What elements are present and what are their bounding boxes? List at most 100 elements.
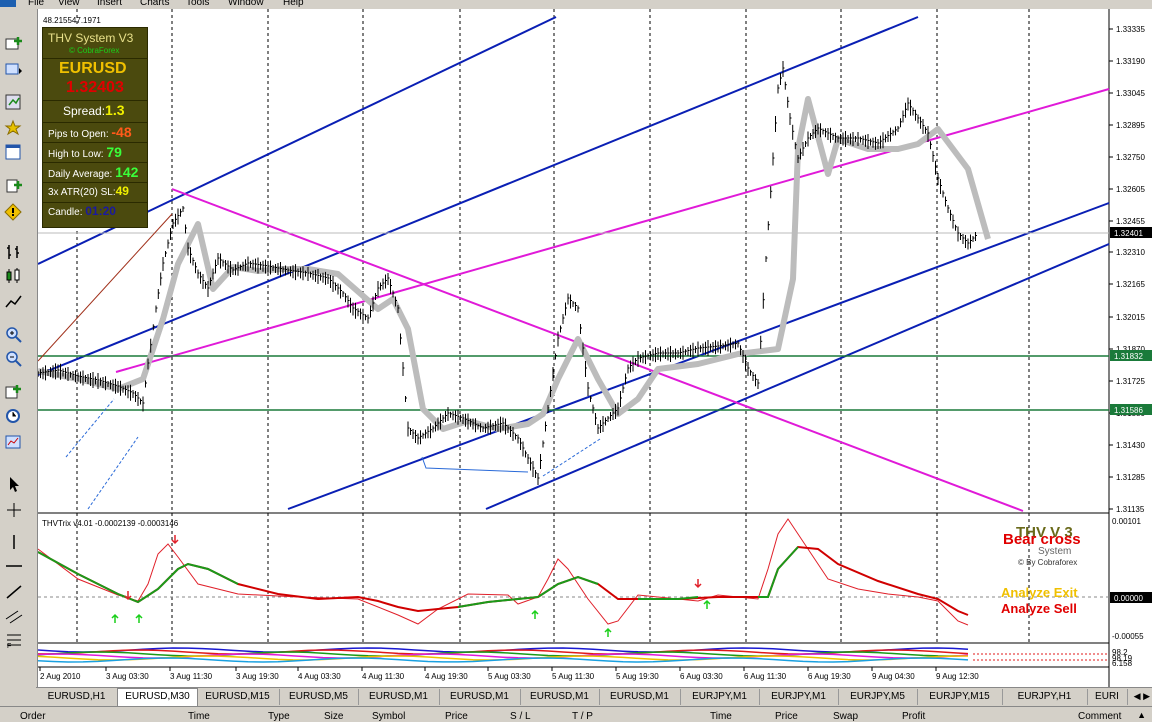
candlestick-icon[interactable]: [4, 267, 24, 285]
time-tick: 3 Aug 03:30: [106, 672, 149, 681]
terminal-column-header[interactable]: Swap: [833, 711, 858, 722]
tab-scroll-arrows[interactable]: ◀ ▶: [1134, 691, 1150, 702]
chart-window[interactable]: 1.33335 1.33190 1.33045 1.32895 1.32750 1.326…: [38, 9, 1152, 687]
chart-header-text: 48.215547.1971: [43, 16, 101, 25]
terminal-column-header[interactable]: T / P: [572, 711, 593, 722]
chart-tab[interactable]: EURJPY,H1: [1002, 689, 1088, 705]
price-tick: 1.31430: [1116, 441, 1145, 450]
panel-symbol: EURUSD: [59, 60, 127, 77]
terminal-column-header[interactable]: Time: [188, 711, 210, 722]
terminal-column-header[interactable]: Price: [775, 711, 798, 722]
hl-value: 79: [106, 144, 122, 160]
avg-label: Daily Average:: [48, 169, 113, 180]
indicators-icon[interactable]: [4, 383, 24, 401]
terminal-icon[interactable]: [4, 143, 24, 161]
lower-tick-3: 6.158: [1112, 659, 1133, 668]
price-tick: 1.31285: [1116, 473, 1145, 482]
terminal-column-header[interactable]: Type: [268, 711, 290, 722]
chart-tab[interactable]: EURUSD,M1: [520, 689, 600, 705]
chart-tab[interactable]: EURUSD,H1: [36, 689, 118, 705]
candle-value: 01:20: [85, 204, 116, 218]
chart-tab[interactable]: EURUSD,M5: [279, 689, 359, 705]
time-tick: 2 Aug 2010: [40, 672, 81, 681]
current-price-label: 1.32401: [1114, 229, 1143, 238]
profiles-icon[interactable]: [4, 61, 24, 79]
new-chart-icon[interactable]: [4, 35, 24, 53]
market-watch-icon[interactable]: [4, 93, 24, 111]
chart-tab[interactable]: EURI: [1087, 689, 1128, 705]
panel-subtitle: © CobraForex: [69, 46, 120, 55]
chart-tab[interactable]: EURUSD,M15: [196, 689, 280, 705]
horizontal-line-icon[interactable]: [4, 557, 24, 575]
terminal-column-header[interactable]: Symbol: [372, 711, 405, 722]
channel-icon[interactable]: [4, 607, 24, 625]
terminal-column-header[interactable]: Size: [324, 711, 343, 722]
candle-label: Candle:: [48, 207, 83, 218]
terminal-column-header[interactable]: Comment: [1078, 711, 1121, 722]
periods-icon[interactable]: [4, 407, 24, 425]
time-tick: 3 Aug 19:30: [236, 672, 279, 681]
chart-tab[interactable]: EURJPY,M15: [917, 689, 1003, 705]
menu-file[interactable]: File: [28, 0, 44, 8]
menu-charts[interactable]: Charts: [140, 0, 169, 8]
hl-label: High to Low:: [48, 149, 104, 160]
terminal-column-header[interactable]: S / L: [510, 711, 531, 722]
time-tick: 6 Aug 19:30: [808, 672, 851, 681]
line-chart-icon[interactable]: [4, 293, 24, 311]
navigator-icon[interactable]: [4, 119, 24, 137]
vertical-line-icon[interactable]: [4, 533, 24, 551]
fibonacci-icon[interactable]: F: [4, 631, 24, 649]
panel-atr-row: 3x ATR(20) SL:49: [43, 184, 147, 198]
price-tick: 1.31135: [1116, 505, 1145, 514]
terminal-scroll-up-icon[interactable]: ▲: [1137, 710, 1146, 720]
chart-tab[interactable]: EURJPY,M1: [759, 689, 839, 705]
menu-window[interactable]: Window: [228, 0, 264, 8]
templates-icon[interactable]: [4, 433, 24, 451]
brand-copyright: © By Cobraforex: [1018, 558, 1077, 567]
menu-insert[interactable]: Insert: [97, 0, 122, 8]
terminal-column-header[interactable]: Price: [445, 711, 468, 722]
indicator-tick-zero: 0.00000: [1114, 594, 1143, 603]
panel-spread-row: Spread:1.3: [43, 102, 147, 118]
chart-tab[interactable]: EURUSD,M1: [358, 689, 440, 705]
time-tick: 5 Aug 11:30: [552, 672, 595, 681]
menu-view[interactable]: View: [58, 0, 80, 8]
time-tick: 6 Aug 03:30: [680, 672, 723, 681]
time-tick: 9 Aug 12:30: [936, 672, 979, 681]
price-tick: 1.32605: [1116, 185, 1145, 194]
cursor-icon[interactable]: [4, 475, 24, 493]
chart-tab[interactable]: EURJPY,M5: [838, 689, 918, 705]
price-tick: 1.32015: [1116, 313, 1145, 322]
chart-tab[interactable]: EURUSD,M30: [117, 688, 198, 707]
time-tick: 9 Aug 04:30: [872, 672, 915, 681]
indicator-label: THVTrix v4.01 -0.0002139 -0.0003146: [42, 519, 179, 528]
crosshair-icon[interactable]: [4, 501, 24, 519]
indicator-tick-bottom: -0.00055: [1112, 632, 1144, 641]
chart-tab[interactable]: EURUSD,M1: [599, 689, 681, 705]
chart-tab[interactable]: EURUSD,M1: [439, 689, 521, 705]
tester-icon[interactable]: [4, 177, 24, 195]
time-tick: 3 Aug 11:30: [170, 672, 213, 681]
price-tick: 1.32310: [1116, 248, 1145, 257]
avg-value: 142: [115, 164, 139, 180]
price-tick: 1.33190: [1116, 57, 1145, 66]
chart-tab[interactable]: EURJPY,M1: [680, 689, 760, 705]
zoom-in-icon[interactable]: [4, 325, 24, 343]
terminal-column-header[interactable]: Order: [20, 711, 46, 722]
time-tick: 4 Aug 11:30: [362, 672, 405, 681]
panel-price: 1.32403: [66, 79, 124, 96]
svg-text:F: F: [7, 643, 11, 649]
price-chart[interactable]: 1.33335 1.33190 1.33045 1.32895 1.32750 1.326…: [38, 9, 1152, 687]
trendline-icon[interactable]: [4, 583, 24, 601]
panel-candle-row: Candle: 01:20: [43, 204, 147, 218]
alert-icon[interactable]: [4, 203, 24, 221]
terminal-column-header[interactable]: Profit: [902, 711, 925, 722]
menu-tools[interactable]: Tools: [186, 0, 209, 8]
zoom-out-icon[interactable]: [4, 349, 24, 367]
bar-chart-icon[interactable]: [4, 243, 24, 261]
menu-help[interactable]: Help: [283, 0, 304, 8]
time-tick: 6 Aug 11:30: [744, 672, 787, 681]
app-icon: [0, 0, 16, 7]
pips-label: Pips to Open:: [48, 129, 109, 140]
terminal-column-header[interactable]: Time: [710, 711, 732, 722]
